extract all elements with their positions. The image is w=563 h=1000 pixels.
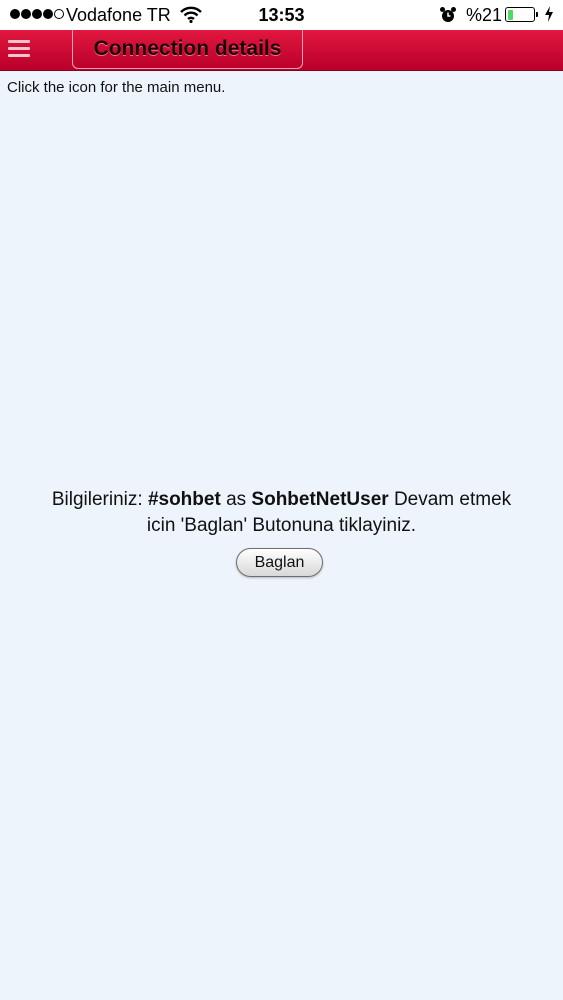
- page-title-box: Connection details: [72, 30, 303, 69]
- channel-name: #sohbet: [147, 489, 221, 510]
- page-title: Connection details: [93, 37, 282, 60]
- status-bar: Vodafone TR 13:53 %21: [0, 0, 563, 30]
- charging-bolt-icon: [544, 6, 554, 27]
- message-line-1: Bilgileriniz: #sohbet as SohbetNetUser D…: [0, 487, 563, 513]
- app-header: Connection details: [0, 30, 563, 71]
- message-line-2: icin 'Baglan' Butonuna tiklayiniz.: [146, 515, 417, 536]
- message-prefix: Bilgileriniz:: [51, 489, 148, 510]
- hamburger-icon: [8, 40, 30, 43]
- menu-hint-text: Click the icon for the main menu.: [7, 79, 226, 96]
- connect-button[interactable]: Baglan: [236, 548, 323, 577]
- alarm-clock-icon: [439, 6, 457, 29]
- connection-info-message: Bilgileriniz: #sohbet as SohbetNetUser D…: [0, 487, 563, 539]
- main-menu-button[interactable]: [8, 40, 30, 58]
- battery-icon: [505, 7, 538, 22]
- message-line1-suffix: Devam etmek: [388, 489, 512, 510]
- message-as: as: [220, 489, 252, 510]
- user-name: SohbetNetUser: [251, 489, 389, 510]
- battery-percentage: %21: [466, 5, 503, 25]
